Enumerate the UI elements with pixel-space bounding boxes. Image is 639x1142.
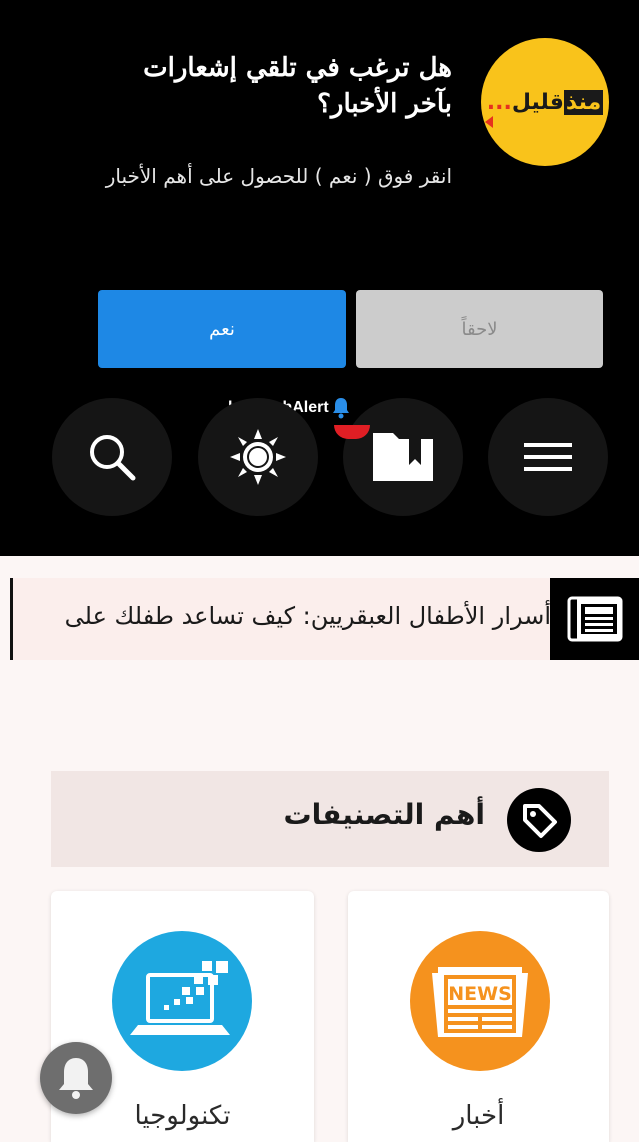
logo-text: منذقليل... <box>486 89 604 115</box>
menu-button[interactable] <box>488 398 608 516</box>
later-button[interactable]: لاحقاً <box>356 290 603 368</box>
sun-icon <box>230 429 286 485</box>
news-image: NEWS <box>410 931 550 1071</box>
allow-button[interactable]: نعم <box>98 290 346 368</box>
push-notification-prompt: منذقليل... هل ترغب في تلقي إشعارات بآخر … <box>0 0 639 430</box>
newspaper-icon <box>567 596 622 642</box>
pushalert-bell-icon <box>332 398 349 419</box>
news-ticker[interactable]: أسرار الأطفال العبقريين: كيف تساعد طفلك … <box>10 578 639 660</box>
ticker-headline[interactable]: أسرار الأطفال العبقريين: كيف تساعد طفلك … <box>65 596 551 636</box>
saved-articles-button[interactable] <box>343 398 463 516</box>
laptop-icon <box>130 961 230 1035</box>
news-badge-text: NEWS <box>448 983 512 1005</box>
page: منذقليل... هل ترغب في تلقي إشعارات بآخر … <box>0 0 639 1142</box>
technology-image <box>112 931 252 1071</box>
theme-toggle-button[interactable] <box>198 398 318 516</box>
ticker-edge <box>10 578 13 660</box>
bell-icon <box>59 1058 93 1099</box>
prompt-description: انقر فوق ( نعم ) للحصول على أهم الأخبار <box>105 164 452 188</box>
prompt-title: هل ترغب في تلقي إشعارات بآخر الأخبار؟ <box>143 53 452 119</box>
category-label-news: أخبار <box>452 1101 505 1131</box>
categories-title: أهم التصنيفات <box>283 798 485 831</box>
search-icon <box>90 435 136 481</box>
site-logo: منذقليل... <box>481 38 609 166</box>
search-button[interactable] <box>52 398 172 516</box>
menu-icon <box>524 443 572 471</box>
bookmark-icon <box>373 433 433 481</box>
tag-icon <box>507 788 571 852</box>
notification-bell-button[interactable] <box>40 1042 112 1114</box>
logo-text-highlight: منذ <box>563 89 604 115</box>
logo-arrow <box>485 116 493 128</box>
ticker-label <box>550 578 639 660</box>
category-card-news[interactable]: NEWS أخبار <box>348 891 609 1142</box>
logo-dots: ... <box>486 89 512 115</box>
tag-icon-glyph <box>523 804 557 838</box>
logo-text-rest: قليل <box>511 89 564 115</box>
news-icon: NEWS <box>432 967 528 1037</box>
